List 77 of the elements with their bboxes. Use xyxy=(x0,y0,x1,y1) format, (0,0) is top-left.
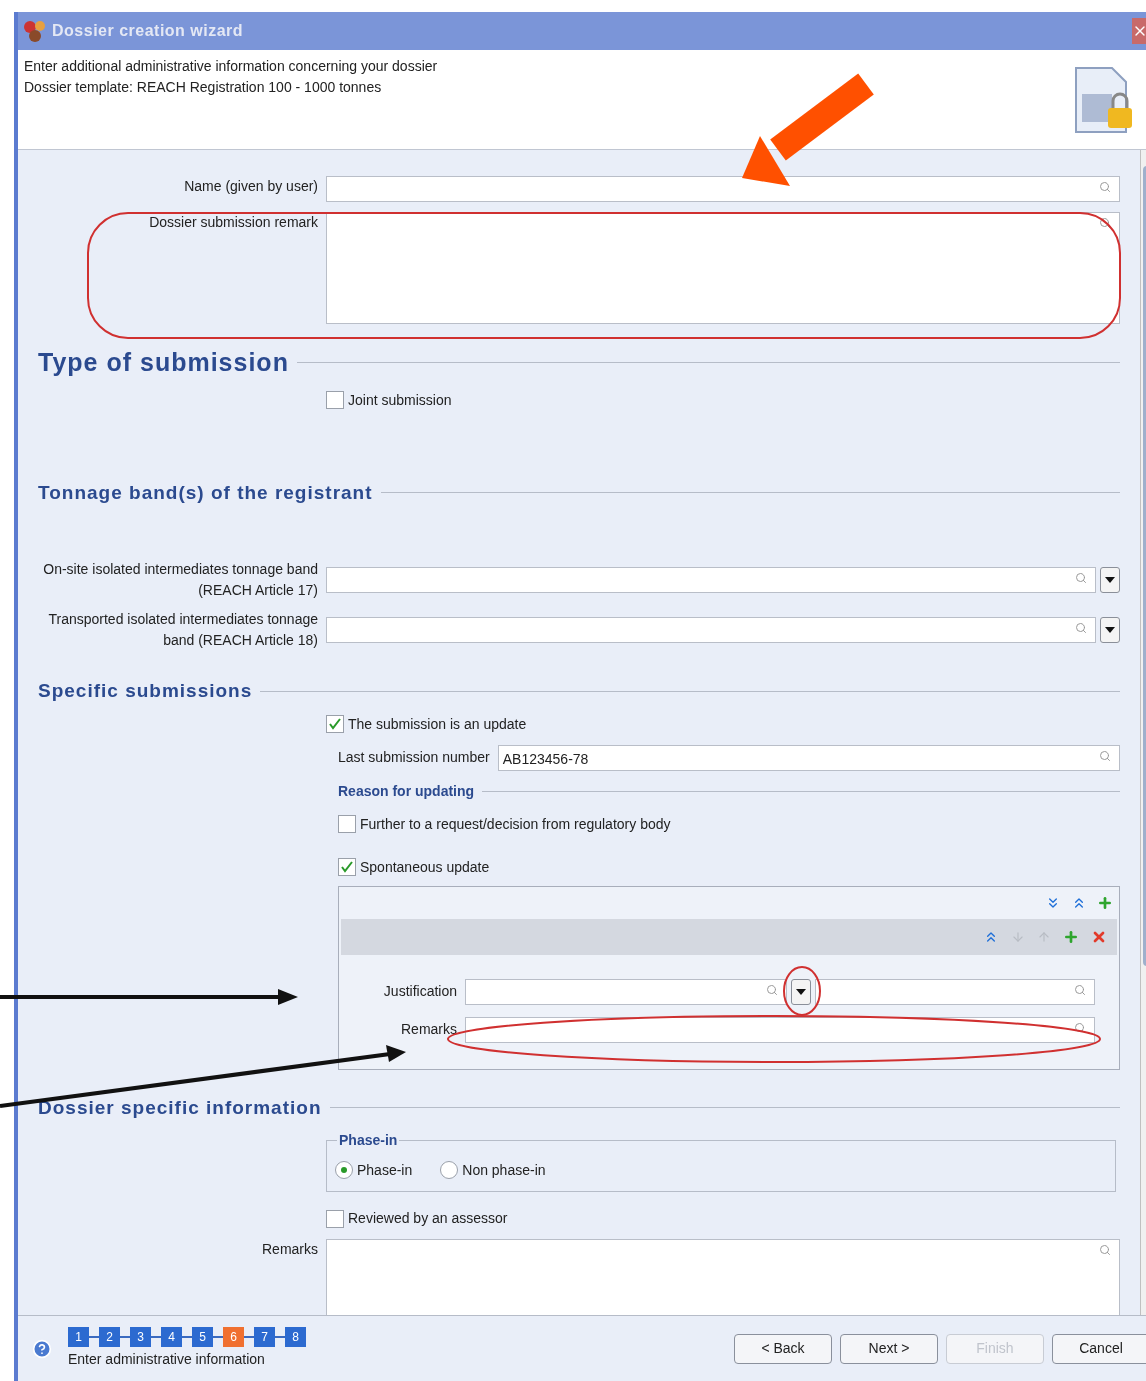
input-field[interactable] xyxy=(465,1016,1095,1043)
add-icon[interactable] xyxy=(1063,928,1079,945)
input-field[interactable] xyxy=(815,978,1095,1005)
checkbox[interactable] xyxy=(326,715,344,733)
wizard-button[interactable]: Cancel xyxy=(1052,1333,1146,1364)
radio-label: Non phase-in xyxy=(462,1160,546,1180)
search-icon[interactable] xyxy=(1099,181,1111,193)
step-indicator[interactable]: 6 xyxy=(223,1327,244,1347)
section-heading: Specific submissions xyxy=(38,679,253,703)
step-indicator[interactable]: 4 xyxy=(161,1327,182,1347)
checkbox[interactable] xyxy=(326,391,344,409)
field-label: Transported isolated intermediates tonnage band (REACH Article 18) xyxy=(47,610,319,650)
field-label: Name (given by user) xyxy=(183,177,319,196)
header-text: Dossier template: REACH Registration 100 - 1000 tonnes xyxy=(24,78,383,97)
subsection-heading: Reason for updating xyxy=(338,781,475,801)
radio-label: Phase-in xyxy=(357,1160,413,1180)
checkbox[interactable] xyxy=(338,815,356,833)
checkmark-icon xyxy=(341,861,353,873)
header-text: Enter additional administrative information concerning your dossier xyxy=(24,57,439,76)
window-title: Dossier creation wizard xyxy=(52,21,244,41)
search-icon[interactable] xyxy=(1075,622,1087,634)
step-indicator[interactable]: 1 xyxy=(68,1327,89,1347)
checkbox[interactable] xyxy=(338,858,356,876)
search-icon[interactable] xyxy=(1074,1021,1086,1034)
help-icon[interactable] xyxy=(32,1338,52,1359)
field-label: Last submission number xyxy=(338,748,491,767)
field-value: AB123456-78 xyxy=(502,750,589,767)
search-icon[interactable] xyxy=(1099,749,1111,762)
wizard-button[interactable]: Next > xyxy=(840,1333,938,1364)
input-field[interactable]: AB123456-78 xyxy=(497,744,1120,771)
checkbox-label: Reviewed by an assessor xyxy=(348,1209,508,1228)
checkbox[interactable] xyxy=(326,1209,344,1228)
section-heading: Tonnage band(s) of the registrant xyxy=(38,480,373,505)
field-label: Remarks xyxy=(400,1020,458,1039)
field-label: On-site isolated intermediates tonnage band (REACH Article 17) xyxy=(42,560,319,600)
close-button[interactable] xyxy=(1132,18,1146,44)
search-icon[interactable] xyxy=(1074,983,1086,996)
step-indicator[interactable]: 2 xyxy=(99,1327,120,1347)
input-field[interactable] xyxy=(465,978,787,1005)
field-label: Remarks xyxy=(261,1240,319,1259)
dropdown-button[interactable] xyxy=(1100,617,1120,643)
checkbox-label: Further to a request/decision from regulatory body xyxy=(360,814,671,834)
search-icon[interactable] xyxy=(766,983,778,996)
checkbox-label: Spontaneous update xyxy=(360,857,490,877)
radio-button[interactable] xyxy=(335,1161,353,1179)
step-indicator[interactable]: 8 xyxy=(285,1327,306,1347)
input-field[interactable] xyxy=(326,617,1096,643)
locked-document-icon xyxy=(1072,66,1134,136)
radio-button[interactable] xyxy=(440,1161,459,1179)
field-label: Dossier submission remark xyxy=(148,213,319,232)
search-icon[interactable] xyxy=(1099,1244,1111,1256)
input-field[interactable] xyxy=(326,212,1120,324)
search-icon[interactable] xyxy=(1099,217,1111,229)
input-field[interactable] xyxy=(326,567,1096,593)
checkbox-label: The submission is an update xyxy=(348,714,527,734)
checkmark-icon xyxy=(329,718,341,730)
dropdown-button[interactable] xyxy=(1100,567,1120,593)
section-heading: Dossier specific information xyxy=(38,1095,322,1120)
caret-icon xyxy=(796,988,806,995)
app-logo-icon xyxy=(22,18,48,44)
move-up-icon[interactable] xyxy=(1037,929,1051,944)
step-caption: Enter administrative information xyxy=(68,1350,266,1369)
section-heading: Type of submission xyxy=(38,347,289,378)
wizard-button[interactable]: < Back xyxy=(734,1333,832,1364)
move-down-icon[interactable] xyxy=(1011,929,1025,944)
search-icon[interactable] xyxy=(1075,572,1087,584)
caret-icon xyxy=(1105,627,1115,633)
field-label: Justification xyxy=(382,982,458,1001)
input-field[interactable] xyxy=(326,176,1120,202)
input-field[interactable] xyxy=(326,1239,1120,1315)
checkbox-label: Joint submission xyxy=(348,390,452,410)
add-icon[interactable] xyxy=(1097,894,1113,911)
caret-icon xyxy=(1105,577,1115,583)
step-indicator[interactable]: 3 xyxy=(130,1327,151,1347)
step-indicator[interactable]: 7 xyxy=(254,1327,275,1347)
dropdown-button[interactable] xyxy=(791,978,811,1005)
step-indicator[interactable]: 5 xyxy=(192,1327,213,1347)
